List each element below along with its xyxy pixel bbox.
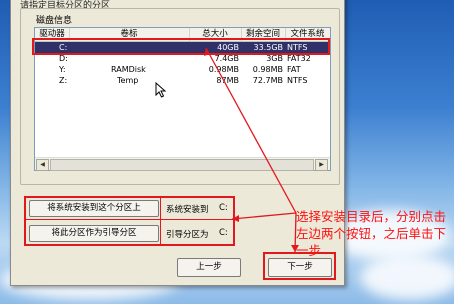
- arrow-to-row: [205, 47, 297, 214]
- arrow-to-buttons: [231, 212, 297, 220]
- instruction-annotation: 选择安装目录后，分别点击左边两个按钮，之后单击下一步: [296, 209, 447, 258]
